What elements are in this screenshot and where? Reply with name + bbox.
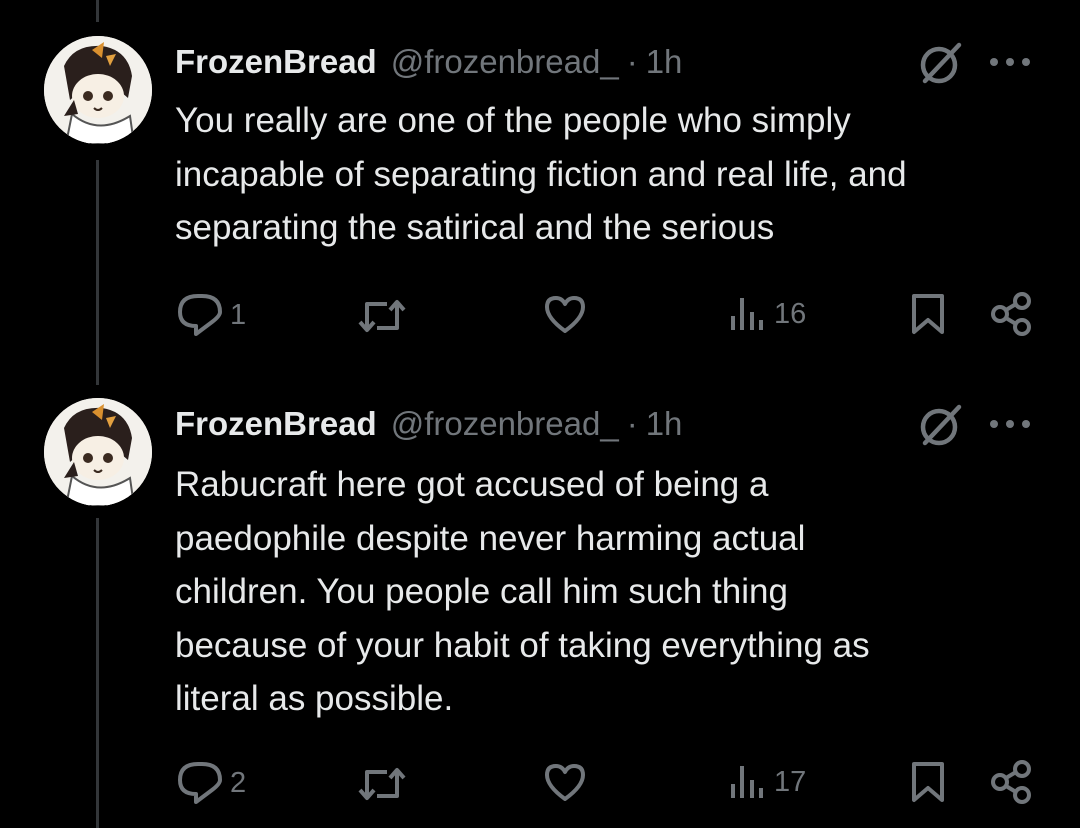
tweet-text-line: literal as possible. [175,679,454,718]
share-button[interactable] [990,760,1032,804]
bookmark-button[interactable] [910,292,946,336]
tweet-text-line: because of your habit of taking everythi… [175,625,870,665]
avatar[interactable] [44,36,152,144]
reply-button[interactable]: 2 [176,760,246,806]
separator: · [626,43,638,80]
author-name[interactable]: FrozenBread [175,43,377,81]
views-button[interactable]: 16 [728,294,806,334]
bookmark-icon [912,762,944,802]
grok-icon[interactable] [915,37,967,89]
retweet-icon [358,300,406,332]
tweet-text-line: paedophile despite never harming actual [175,518,806,558]
share-icon [991,760,1031,804]
heart-icon [545,764,585,801]
like-button[interactable] [543,294,587,334]
grok-icon[interactable] [915,399,967,451]
bookmark-button[interactable] [910,760,946,804]
retweet-button[interactable] [357,764,407,804]
tweet-text-line: You really are one of the people who sim… [175,101,851,140]
tweet[interactable]: FrozenBread @frozenbread_ · 1h Rabucraft… [0,360,1080,828]
author-handle[interactable]: @frozenbread_ [391,43,619,81]
bookmark-icon [912,294,944,334]
avatar-image [44,398,152,506]
timestamp[interactable]: 1h [646,43,683,81]
views-count: 17 [774,765,807,798]
author-handle[interactable]: @frozenbread_ [391,405,619,443]
views-icon [731,298,763,330]
share-icon [991,292,1031,336]
tweet-text-line: Rabucraft here got accused of being a [175,465,769,504]
reply-count: 2 [230,766,247,799]
avatar-image [44,36,152,144]
reply-icon [178,762,222,804]
separator: · [626,405,638,442]
timestamp[interactable]: 1h [646,405,683,443]
tweet-text-line: children. You people call him such thing [175,572,788,611]
reply-count: 1 [230,298,247,331]
tweet-actions: 1 16 [0,290,1080,340]
tweet-text: Rabucraft here got accused of being a pa… [175,458,1055,726]
views-count: 16 [774,297,807,330]
tweet-text: You really are one of the people who sim… [175,94,1055,255]
share-button[interactable] [990,292,1032,336]
avatar[interactable] [44,398,152,506]
tweet-text-line: incapable of separating fiction and real… [175,154,907,194]
views-icon [731,766,763,798]
more-icon[interactable] [990,414,1030,434]
heart-icon [545,296,585,333]
reply-button[interactable]: 1 [176,292,246,338]
retweet-icon [358,768,406,800]
reply-icon [178,294,222,336]
like-button[interactable] [543,762,587,802]
author-name[interactable]: FrozenBread [175,405,377,443]
tweet[interactable]: FrozenBread @frozenbread_ · 1h You reall… [0,0,1080,380]
tweet-text-line: separating the satirical and the serious [175,208,775,247]
tweet-actions: 2 17 [0,758,1080,808]
views-button[interactable]: 17 [728,762,806,802]
more-icon[interactable] [990,52,1030,72]
retweet-button[interactable] [357,296,407,336]
